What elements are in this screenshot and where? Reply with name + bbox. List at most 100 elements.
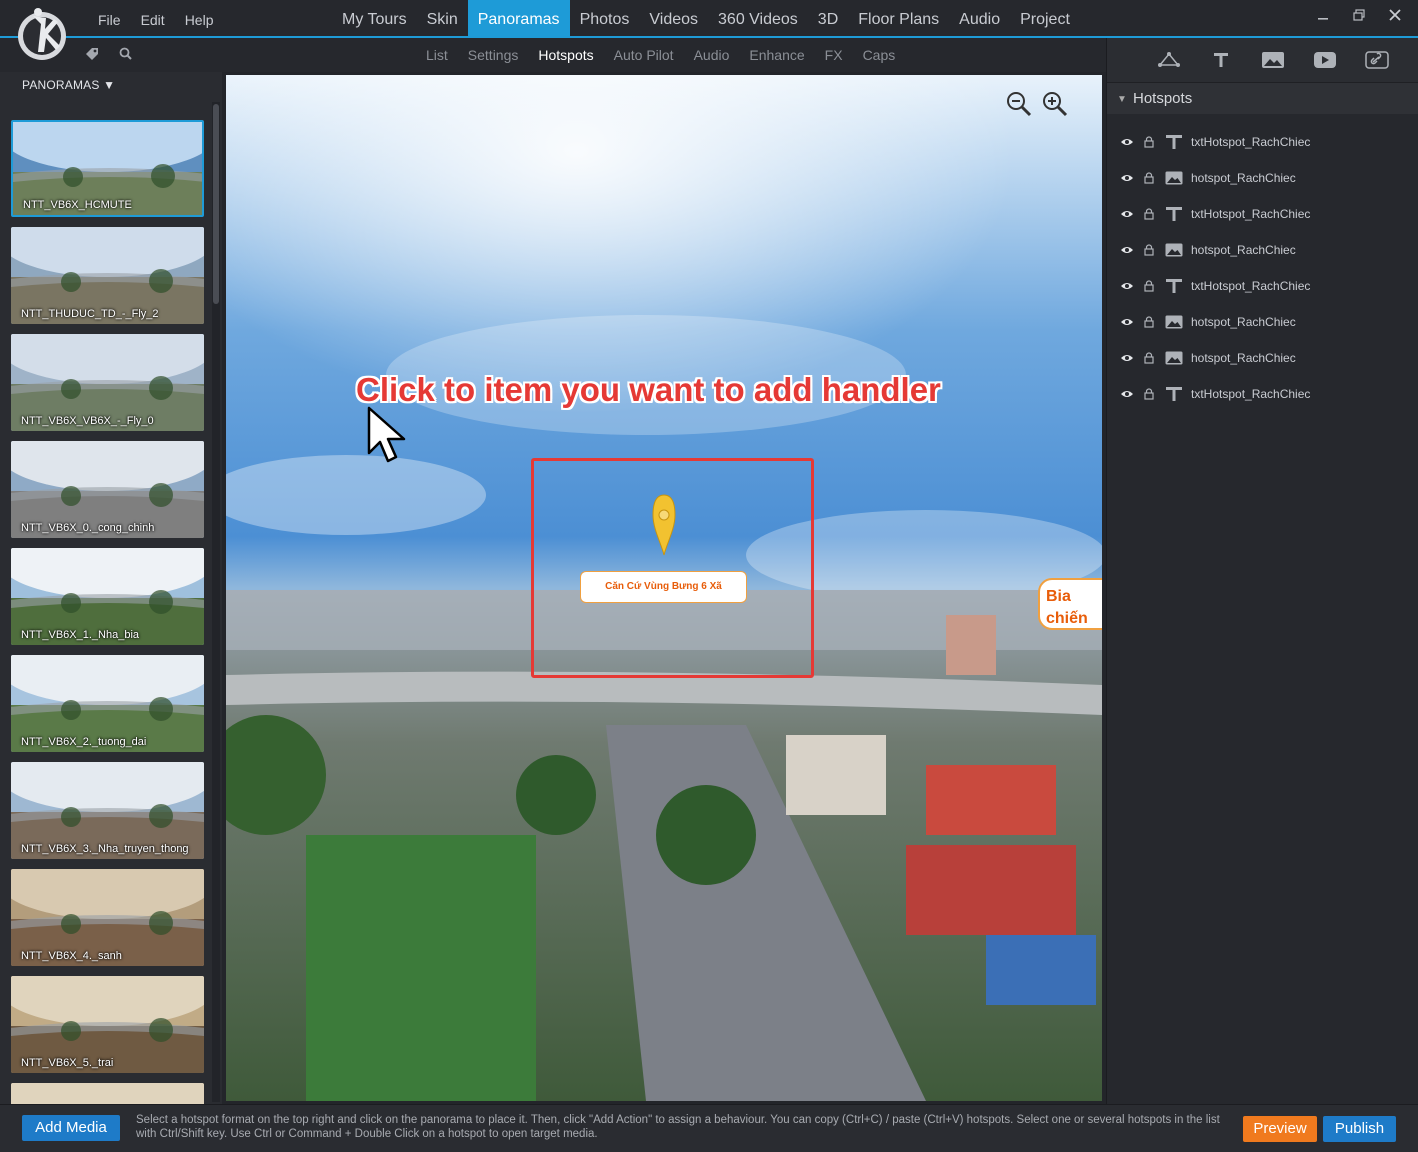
visibility-eye-icon[interactable] (1119, 279, 1135, 293)
visibility-eye-icon[interactable] (1119, 387, 1135, 401)
panorama-thumbnail[interactable]: NTT_VB6X_0._cong_chinh (11, 441, 204, 538)
subtab-auto-pilot[interactable]: Auto Pilot (604, 38, 684, 72)
hotspots-section-header[interactable]: ▼ Hotspots (1107, 82, 1418, 114)
lock-icon[interactable] (1141, 351, 1157, 365)
main-tabs: My Tours Skin Panoramas Photos Videos 360 Vid… (332, 0, 1080, 38)
visibility-eye-icon[interactable] (1119, 207, 1135, 221)
restore-icon[interactable] (1350, 6, 1368, 24)
tab-floor-plans[interactable]: Floor Plans (848, 0, 949, 38)
polygon-hotspot-icon[interactable] (1157, 49, 1181, 71)
subtab-caps[interactable]: Caps (853, 38, 906, 72)
thumbnail-label: NTT_THUDUC_TD_-_Fly_2 (21, 308, 159, 320)
zoom-in-icon[interactable] (1042, 91, 1068, 117)
thumbnail-label: NTT_VB6X_VB6X_-_Fly_0 (21, 415, 154, 427)
image-type-icon (1163, 351, 1185, 365)
panorama-thumbnail[interactable]: NTT_VB6X_5._trai (11, 976, 204, 1073)
thumbnail-label: NTT_VB6X_0._cong_chinh (21, 522, 155, 534)
tab-skin[interactable]: Skin (417, 0, 468, 38)
lock-icon[interactable] (1141, 387, 1157, 401)
subtab-hotspots[interactable]: Hotspots (528, 38, 603, 72)
window-controls (1314, 0, 1404, 30)
menu-edit[interactable]: Edit (131, 0, 175, 38)
subtab-list[interactable]: List (416, 38, 458, 72)
hotspot-name: txtHotspot_RachChiec (1191, 207, 1311, 221)
tab-3d[interactable]: 3D (808, 0, 848, 38)
subtab-fx[interactable]: FX (815, 38, 853, 72)
hotspot-row[interactable]: hotspot_RachChiec (1107, 232, 1418, 268)
hotspot-text-label[interactable]: Căn Cứ Vùng Bưng 6 Xã (580, 571, 747, 603)
subtab-audio[interactable]: Audio (684, 38, 740, 72)
sub-tabs: List Settings Hotspots Auto Pilot Audio Enhan… (416, 38, 905, 72)
panorama-thumbnail[interactable]: NTT_VB6X_1._Nha_bia (11, 548, 204, 645)
image-type-icon (1163, 243, 1185, 257)
panorama-thumbnail[interactable]: NTT_VB6X_2._tuong_dai (11, 655, 204, 752)
image-hotspot-icon[interactable] (1261, 49, 1285, 71)
add-media-button[interactable]: Add Media (22, 1115, 120, 1141)
hotspot-row[interactable]: hotspot_RachChiec (1107, 304, 1418, 340)
panorama-thumbnail[interactable]: NTT_THUDUC_TD_-_Fly_2 (11, 227, 204, 324)
thumbnail-label: NTT_VB6X_4._sanh (21, 950, 122, 962)
side-hotspot-label[interactable]: Bia chiến (1038, 578, 1102, 630)
video-hotspot-icon[interactable] (1313, 49, 1337, 71)
zoom-out-icon[interactable] (1006, 91, 1032, 117)
menu-file[interactable]: File (88, 0, 131, 38)
hotspot-row[interactable]: hotspot_RachChiec (1107, 160, 1418, 196)
minimize-icon[interactable] (1314, 6, 1332, 24)
visibility-eye-icon[interactable] (1119, 315, 1135, 329)
hotspot-row[interactable]: txtHotspot_RachChiec (1107, 268, 1418, 304)
tab-audio[interactable]: Audio (949, 0, 1010, 38)
text-type-icon (1163, 135, 1185, 149)
visibility-eye-icon[interactable] (1119, 243, 1135, 257)
panorama-scrollbar[interactable] (212, 102, 220, 1102)
visibility-eye-icon[interactable] (1119, 135, 1135, 149)
subtab-enhance[interactable]: Enhance (739, 38, 814, 72)
image-type-icon (1163, 315, 1185, 329)
panoramas-dropdown[interactable]: PANORAMAS ▼ (22, 78, 115, 92)
panorama-thumbnail[interactable]: NTT_VB6X_HCMUTE (11, 120, 204, 217)
hotspot-row[interactable]: txtHotspot_RachChiec (1107, 196, 1418, 232)
lock-icon[interactable] (1141, 135, 1157, 149)
location-pin-icon[interactable] (652, 493, 676, 557)
hotspot-row[interactable]: hotspot_RachChiec (1107, 340, 1418, 376)
lock-icon[interactable] (1141, 279, 1157, 293)
menu-help[interactable]: Help (175, 0, 224, 38)
hotspot-row[interactable]: txtHotspot_RachChiec (1107, 376, 1418, 412)
panorama-thumbnail[interactable]: NTT_VB6X_4._sanh (11, 869, 204, 966)
close-icon[interactable] (1386, 6, 1404, 24)
link-hotspot-icon[interactable] (1365, 49, 1389, 71)
tab-my-tours[interactable]: My Tours (332, 0, 417, 38)
app-window: File Edit Help My Tours Skin Panoramas Photos… (0, 0, 1418, 1152)
preview-button[interactable]: Preview (1243, 1116, 1317, 1142)
tab-panoramas[interactable]: Panoramas (467, 0, 570, 38)
subtab-settings[interactable]: Settings (458, 38, 529, 72)
panorama-list: NTT_VB6X_HCMUTE NTT_THUDUC_TD_-_Fly_2 NTT_… (11, 120, 205, 1152)
panorama-viewer[interactable]: Click to item you want to add handler Că… (226, 75, 1102, 1101)
search-icon[interactable] (118, 46, 134, 62)
instruction-overlay: Click to item you want to add handler (356, 371, 941, 408)
visibility-eye-icon[interactable] (1119, 171, 1135, 185)
hotspot-name: hotspot_RachChiec (1191, 351, 1296, 365)
panorama-thumbnail[interactable]: NTT_VB6X_VB6X_-_Fly_0 (11, 334, 204, 431)
hotspot-list: txtHotspot_RachChiec hotspot_RachChiec txt… (1107, 124, 1418, 412)
mouse-cursor-icon (367, 406, 406, 463)
collapse-caret-icon[interactable]: ▼ (1117, 94, 1127, 105)
tab-project[interactable]: Project (1010, 0, 1080, 38)
hotspot-row[interactable]: txtHotspot_RachChiec (1107, 124, 1418, 160)
lock-icon[interactable] (1141, 243, 1157, 257)
hotspot-name: hotspot_RachChiec (1191, 171, 1296, 185)
panorama-panel: PANORAMAS ▼ NTT_VB6X_HCMUTE NTT_THUDUC_TD… (0, 72, 222, 1152)
sub-bar: List Settings Hotspots Auto Pilot Audio Enhan… (0, 38, 1106, 72)
scrollbar-thumb[interactable] (213, 104, 219, 304)
tag-icon[interactable] (84, 46, 100, 62)
visibility-eye-icon[interactable] (1119, 351, 1135, 365)
lock-icon[interactable] (1141, 207, 1157, 221)
tab-videos[interactable]: Videos (639, 0, 708, 38)
tab-photos[interactable]: Photos (570, 0, 640, 38)
publish-button[interactable]: Publish (1323, 1116, 1396, 1142)
text-hotspot-icon[interactable] (1209, 49, 1233, 71)
panorama-thumbnail[interactable]: NTT_VB6X_3._Nha_truyen_thong (11, 762, 204, 859)
lock-icon[interactable] (1141, 171, 1157, 185)
hotspot-type-toolbar (1107, 38, 1418, 82)
lock-icon[interactable] (1141, 315, 1157, 329)
tab-360-videos[interactable]: 360 Videos (708, 0, 808, 38)
